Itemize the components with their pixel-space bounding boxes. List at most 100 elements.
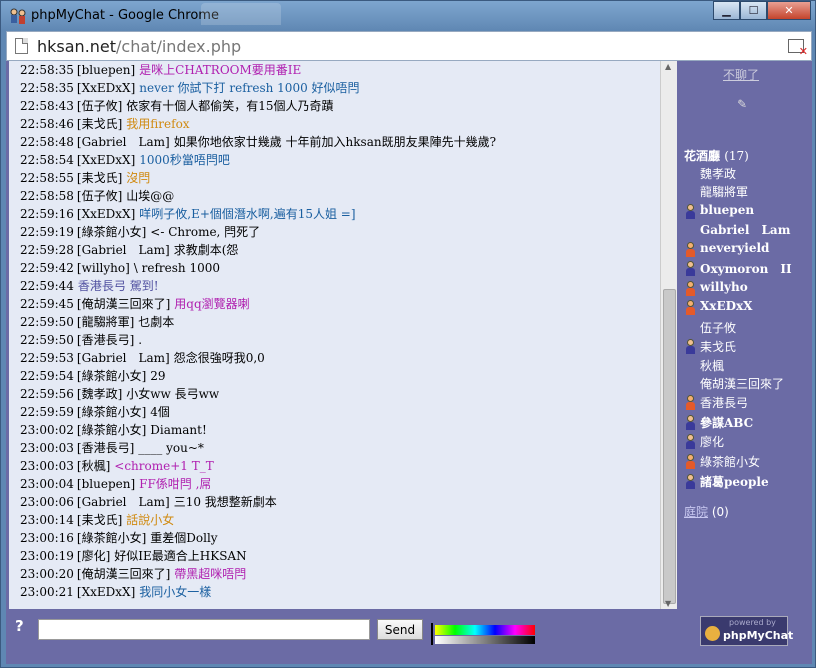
message-nick[interactable]: [willyho] [77, 261, 130, 275]
popup-blocked-icon[interactable] [788, 39, 808, 58]
message-nick[interactable]: [耒戈氏] [77, 117, 122, 131]
scroll-down-icon[interactable]: ▼ [665, 599, 671, 608]
user-list-item[interactable]: 綠茶館小女 [700, 453, 760, 470]
color-spectrum[interactable] [435, 625, 535, 635]
chat-message: 22:59:28 [Gabriel Lam] 求教劇本(怨 [20, 241, 238, 259]
message-nick[interactable]: [Gabriel Lam] [77, 351, 170, 365]
user-list-item[interactable]: willyho [700, 280, 748, 294]
user-list-item[interactable]: 龍騶將軍 [700, 183, 748, 200]
message-time: 22:58:35 [20, 63, 74, 77]
address-bar[interactable]: hksan.net/chat/index.php [6, 31, 812, 61]
chat-message: 22:59:19 [綠茶館小女] <- Chrome, 閂死了 [20, 223, 260, 241]
brand-text: phpMyChat [723, 629, 794, 642]
message-text: . [138, 333, 143, 347]
message-nick[interactable]: [XxEDxX] [77, 81, 135, 95]
message-text: 求教劇本(怨 [173, 243, 239, 257]
message-nick[interactable]: [俺胡漢三回來了] [77, 297, 170, 311]
message-nick[interactable]: [秋楓] [77, 459, 110, 473]
user-list-item[interactable]: 伍子攸 [700, 319, 736, 336]
message-nick[interactable]: [綠茶館小女] [77, 423, 146, 437]
message-nick[interactable]: [bluepen] [77, 63, 135, 77]
message-nick[interactable]: [綠茶館小女] [77, 531, 146, 545]
browser-window: phpMyChat - Google Chrome ▁ ☐ ✕ hksan.ne… [0, 0, 816, 668]
message-nick[interactable]: [魏孝政] [77, 387, 122, 401]
message-nick[interactable]: [龍騶將軍] [77, 315, 134, 329]
color-picker[interactable] [431, 623, 535, 645]
room-header[interactable]: 花酒廳 (17) [684, 147, 749, 164]
user-list-item[interactable]: Gabriel Lam [700, 221, 790, 238]
message-time: 23:00:03 [20, 441, 74, 455]
chat-message: 22:59:54 [綠茶館小女] 29 [20, 367, 166, 385]
user-list-item[interactable]: XxEDxX [700, 299, 752, 313]
message-input[interactable] [38, 619, 370, 640]
minimize-button[interactable]: ▁ [713, 1, 740, 20]
message-text: 如果你地依家廿幾歲 十年前加入hksan既朋友果陣先十幾歲? [173, 135, 497, 149]
message-nick[interactable]: [綠茶館小女] [77, 225, 146, 239]
user-list-item[interactable]: neveryield [700, 241, 769, 255]
exit-chat-link[interactable]: 不聊了 [723, 66, 759, 83]
message-nick[interactable]: [XxEDxX] [77, 207, 135, 221]
message-nick[interactable]: [香港長弓] [77, 333, 134, 347]
male-user-icon [684, 434, 696, 449]
chat-message: 23:00:02 [綠茶館小女] Diamant! [20, 421, 207, 439]
user-list-item[interactable]: 諸葛people [700, 473, 769, 490]
user-list-item[interactable]: 耒戈氏 [700, 338, 736, 355]
user-list-item[interactable]: 香港長弓 [700, 394, 748, 411]
message-nick[interactable]: [伍子攸] [77, 189, 122, 203]
lobby-link[interactable]: 庭院 [684, 505, 708, 519]
message-time: 23:00:19 [20, 549, 74, 563]
user-list-item[interactable]: 廖化 [700, 433, 724, 450]
male-user-icon [684, 339, 696, 354]
message-nick[interactable]: [伍子攸] [77, 99, 122, 113]
message-text: 帶黑超咪唔閂 [174, 567, 247, 581]
user-list-item[interactable]: 參謀ABC [700, 414, 753, 431]
message-time: 23:00:21 [20, 585, 74, 599]
chat-message: 22:58:55 [耒戈氏] 沒閂 [20, 169, 150, 187]
close-icon: ✕ [784, 4, 794, 17]
room-name: 花酒廳 [684, 149, 721, 163]
message-nick[interactable]: [耒戈氏] [77, 513, 122, 527]
message-time: 22:59:54 [20, 369, 74, 383]
scroll-up-icon[interactable]: ▲ [665, 62, 671, 71]
message-time: 22:58:43 [20, 99, 74, 113]
chat-message: 22:58:46 [耒戈氏] 我用firefox [20, 115, 190, 133]
message-nick[interactable]: [bluepen] [77, 477, 135, 491]
grayscale-spectrum[interactable] [435, 636, 535, 644]
message-text: 4個 [150, 405, 170, 419]
message-nick[interactable]: [Gabriel Lam] [77, 495, 170, 509]
message-nick[interactable]: [耒戈氏] [77, 171, 122, 185]
message-scrollbar[interactable]: ▲ ▼ [660, 61, 677, 609]
user-list-item[interactable]: bluepen [700, 203, 754, 217]
message-nick[interactable]: [XxEDxX] [77, 153, 135, 167]
message-nick[interactable]: [香港長弓] [77, 441, 134, 455]
url-text[interactable]: hksan.net/chat/index.php [37, 37, 241, 56]
user-list-item[interactable]: 俺胡漢三回來了 [700, 375, 784, 392]
message-nick[interactable]: [Gabriel Lam] [77, 135, 170, 149]
message-nick[interactable]: [XxEDxX] [77, 585, 135, 599]
message-nick[interactable]: [綠茶館小女] [77, 405, 146, 419]
user-list-item[interactable]: 魏孝政 [700, 165, 736, 182]
message-nick[interactable]: [Gabriel Lam] [77, 243, 170, 257]
input-bar: ? Send powered by phpMyChat [6, 609, 812, 664]
url-host: hksan.net [37, 37, 117, 56]
chat-message: 22:59:50 [香港長弓]. [20, 331, 142, 349]
user-list-item[interactable]: Oxymoron II [700, 260, 792, 277]
chat-message: 22:59:53 [Gabriel Lam] 怨念很強呀我0,0 [20, 349, 265, 367]
message-time: 22:59:53 [20, 351, 74, 365]
chat-message: 23:00:06 [Gabriel Lam] 三10 我想整新劇本 [20, 493, 277, 511]
message-nick[interactable]: [俺胡漢三回來了] [77, 567, 170, 581]
help-icon[interactable]: ? [15, 617, 24, 635]
scroll-thumb[interactable] [663, 289, 676, 604]
chat-message: 22:59:56 [魏孝政] 小女ww 長弓ww [20, 385, 219, 403]
background-tab[interactable] [201, 3, 281, 25]
user-list-item[interactable]: 秋楓 [700, 357, 724, 374]
pin-icon[interactable]: ✏ [734, 95, 751, 112]
chat-message: 22:58:58 [伍子攸] 山埃@@ [20, 187, 174, 205]
message-nick[interactable]: [廖化] [77, 549, 110, 563]
send-button[interactable]: Send [377, 619, 423, 640]
maximize-button[interactable]: ☐ [740, 1, 767, 20]
message-text: 用qq瀏覽器喇 [174, 297, 250, 311]
message-nick[interactable]: [綠茶館小女] [77, 369, 146, 383]
close-button[interactable]: ✕ [767, 1, 811, 20]
powered-by-badge[interactable]: powered by phpMyChat [700, 616, 793, 646]
